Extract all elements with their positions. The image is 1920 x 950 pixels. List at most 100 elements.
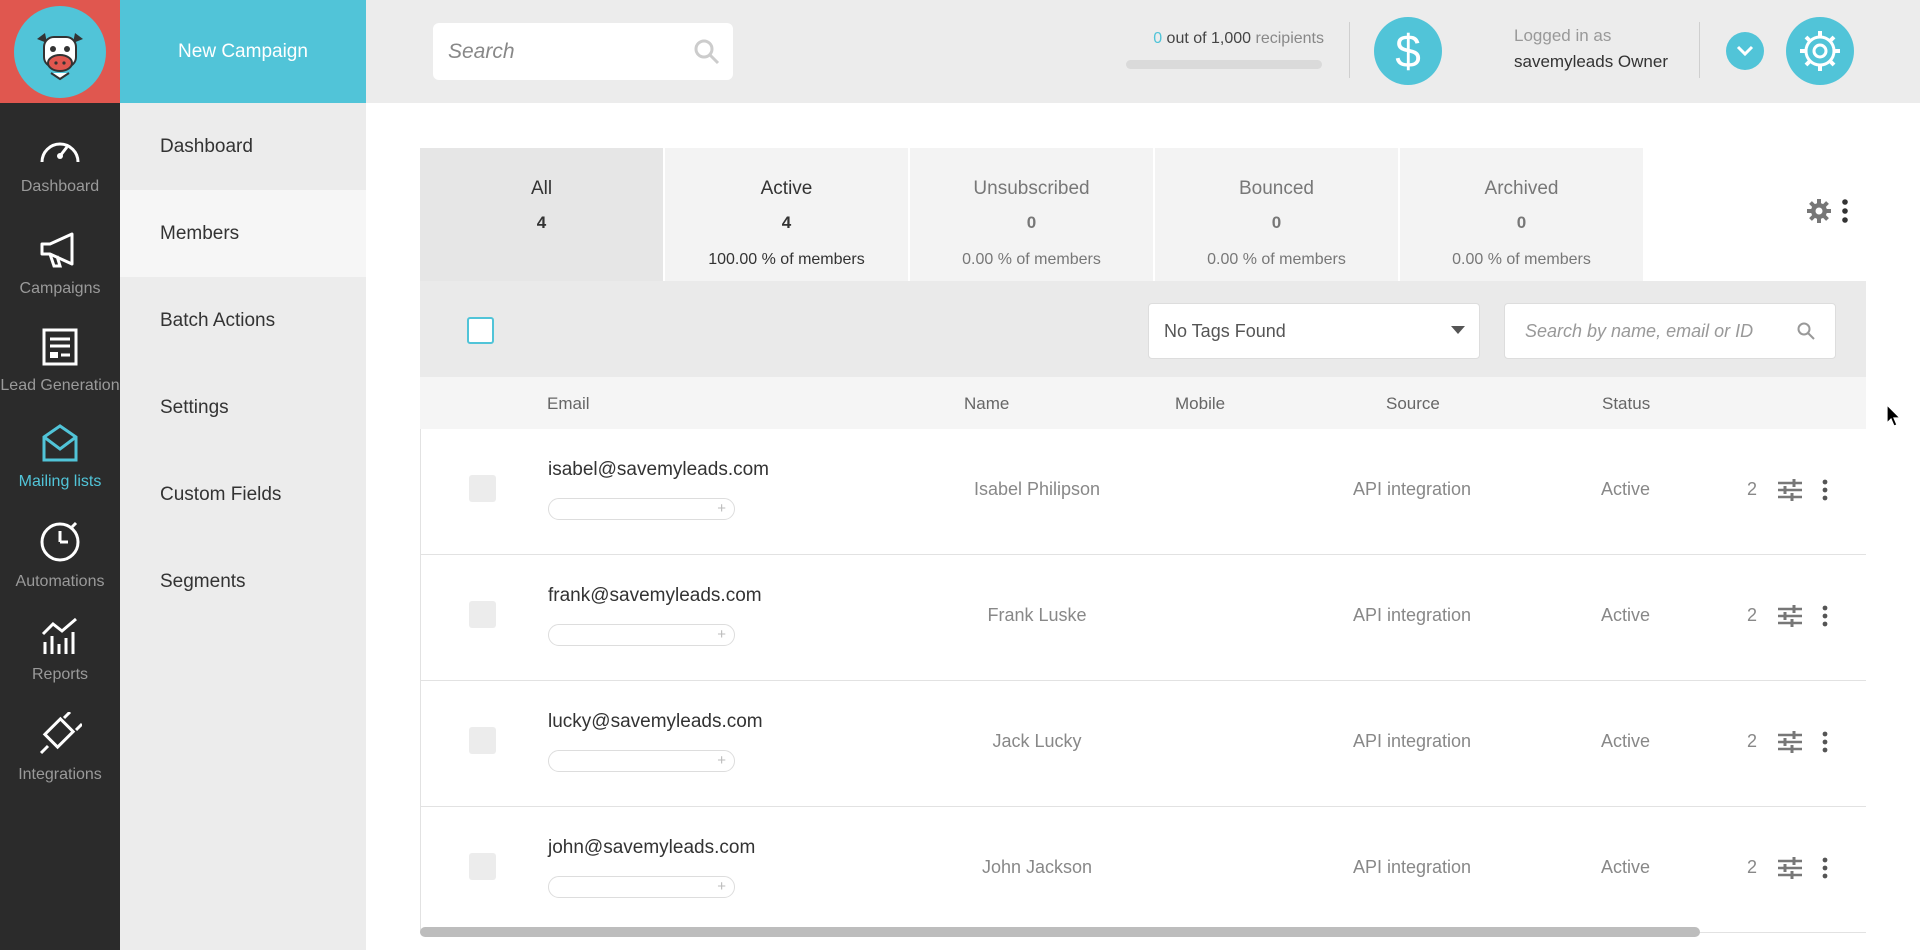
sidebar-item-members[interactable]: Members <box>120 190 366 277</box>
megaphone-icon <box>40 232 74 268</box>
member-email[interactable]: frank@savemyleads.com <box>548 585 762 607</box>
rail-dashboard[interactable]: Dashboard <box>0 132 120 228</box>
member-list-count: 2 <box>1747 857 1758 877</box>
add-tag-field[interactable]: + <box>548 750 735 772</box>
rail-label: Dashboard <box>20 178 100 195</box>
add-tag-field[interactable]: + <box>548 624 735 646</box>
table-row[interactable]: isabel@savemyleads.com + Isabel Philipso… <box>420 429 1866 555</box>
account-dropdown-button[interactable] <box>1726 32 1764 70</box>
member-status: Active <box>1601 731 1651 751</box>
settings-button[interactable] <box>1786 17 1854 85</box>
row-checkbox[interactable] <box>469 601 496 628</box>
rail-automations[interactable]: Automations <box>0 519 120 615</box>
member-source: API integration <box>1353 857 1472 877</box>
row-more-options-icon[interactable] <box>1821 731 1829 753</box>
new-campaign-button[interactable]: New Campaign <box>120 0 366 103</box>
member-search-input[interactable] <box>1505 304 1775 358</box>
row-more-options-icon[interactable] <box>1821 857 1829 879</box>
app-logo[interactable] <box>0 0 120 103</box>
member-search <box>1504 303 1836 359</box>
rail-integrations[interactable]: Integrations <box>0 712 120 808</box>
adjust-sliders-icon[interactable] <box>1778 857 1802 879</box>
sidebar-item-settings[interactable]: Settings <box>120 364 366 451</box>
header-divider <box>1699 22 1700 78</box>
row-more-options-icon[interactable] <box>1821 479 1829 501</box>
column-source[interactable]: Source <box>1386 394 1440 414</box>
member-email[interactable]: lucky@savemyleads.com <box>548 711 763 733</box>
tab-count: 4 <box>781 213 792 232</box>
row-checkbox[interactable] <box>469 727 496 754</box>
logged-in-user: savemyleads Owner <box>1514 52 1669 71</box>
column-email[interactable]: Email <box>547 394 590 414</box>
member-source: API integration <box>1353 605 1472 625</box>
rail-label: Mailing lists <box>18 473 102 490</box>
table-header: Email Name Mobile Source Status <box>420 377 1866 429</box>
adjust-sliders-icon[interactable] <box>1778 605 1802 627</box>
tab-archived[interactable]: Archived 0 0.00 % of members <box>1400 148 1643 284</box>
tab-unsubscribed[interactable]: Unsubscribed 0 0.00 % of members <box>910 148 1153 284</box>
add-tag-field[interactable]: + <box>548 876 735 898</box>
secondary-sidebar: New Campaign Dashboard Members Batch Act… <box>120 0 366 950</box>
tab-name: All <box>530 178 553 199</box>
rail-lead-generation[interactable]: Lead Generation <box>0 327 120 423</box>
speedometer-icon <box>40 142 80 163</box>
more-options-icon[interactable] <box>1840 198 1850 224</box>
horizontal-scrollbar[interactable] <box>420 927 1700 937</box>
column-status[interactable]: Status <box>1602 394 1650 414</box>
tab-name: Unsubscribed <box>973 178 1090 199</box>
sidebar-item-dashboard[interactable]: Dashboard <box>120 103 366 190</box>
member-status: Active <box>1601 605 1651 625</box>
header-divider <box>1349 22 1350 78</box>
table-row[interactable]: john@savemyleads.com + John Jackson API … <box>420 807 1866 933</box>
column-name[interactable]: Name <box>964 394 1009 414</box>
tags-filter-value: No Tags Found <box>1164 320 1286 341</box>
tab-active[interactable]: Active 4 100.00 % of members <box>665 148 908 284</box>
recipients-word: recipients <box>1255 30 1324 47</box>
rail-reports[interactable]: Reports <box>0 616 120 712</box>
sidebar-item-segments[interactable]: Segments <box>120 538 366 625</box>
stopwatch-icon <box>40 521 80 562</box>
tags-filter-select[interactable]: No Tags Found <box>1148 303 1480 359</box>
member-status-tabs: All 4 Active 4 100.00 % of members Unsub… <box>420 148 1645 284</box>
global-search-input[interactable] <box>433 23 673 80</box>
member-list-count: 2 <box>1747 479 1758 499</box>
row-checkbox[interactable] <box>469 853 496 880</box>
mouse-pointer-icon <box>1886 404 1902 427</box>
member-name: John Jackson <box>981 857 1093 877</box>
member-source: API integration <box>1353 731 1472 751</box>
table-row[interactable]: lucky@savemyleads.com + Jack Lucky API i… <box>420 681 1866 807</box>
adjust-sliders-icon[interactable] <box>1778 731 1802 753</box>
row-more-options-icon[interactable] <box>1821 605 1829 627</box>
top-header: 0 out of 1,000 recipients $ Logged in as… <box>366 0 1920 103</box>
sidebar-item-custom-fields[interactable]: Custom Fields <box>120 451 366 538</box>
row-checkbox[interactable] <box>469 475 496 502</box>
member-email[interactable]: isabel@savemyleads.com <box>548 459 769 481</box>
member-email[interactable]: john@savemyleads.com <box>548 837 755 859</box>
recipients-progress-bar <box>1126 60 1322 69</box>
search-icon[interactable] <box>693 38 721 66</box>
logged-in-label: Logged in as <box>1514 26 1612 45</box>
rail-label: Lead Generation <box>0 377 120 394</box>
table-settings-gear-icon[interactable] <box>1806 198 1832 224</box>
rail-campaigns[interactable]: Campaigns <box>0 230 120 326</box>
tab-all[interactable]: All 4 <box>420 148 663 284</box>
table-row[interactable]: frank@savemyleads.com + Frank Luske API … <box>420 555 1866 681</box>
member-name: Frank Luske <box>987 605 1087 625</box>
filter-bar: No Tags Found <box>420 281 1866 377</box>
column-mobile[interactable]: Mobile <box>1175 394 1225 414</box>
add-tag-field[interactable]: + <box>548 498 735 520</box>
rail-mailing-lists[interactable]: Mailing lists <box>0 423 120 519</box>
search-icon[interactable] <box>1797 322 1815 340</box>
plug-icon <box>39 712 82 755</box>
main-content: All 4 Active 4 100.00 % of members Unsub… <box>366 103 1920 950</box>
billing-button[interactable]: $ <box>1374 17 1442 85</box>
select-all-checkbox[interactable] <box>467 317 494 344</box>
tab-bounced[interactable]: Bounced 0 0.00 % of members <box>1155 148 1398 284</box>
tab-percentage: 100.00 % of members <box>708 251 865 268</box>
logged-in-info: Logged in as savemyleads Owner <box>1514 26 1668 72</box>
member-source: API integration <box>1353 479 1472 499</box>
sidebar-item-batch-actions[interactable]: Batch Actions <box>120 277 366 364</box>
plus-icon: + <box>717 626 726 643</box>
adjust-sliders-icon[interactable] <box>1778 479 1802 501</box>
recipients-limit: out of 1,000 <box>1166 30 1252 47</box>
